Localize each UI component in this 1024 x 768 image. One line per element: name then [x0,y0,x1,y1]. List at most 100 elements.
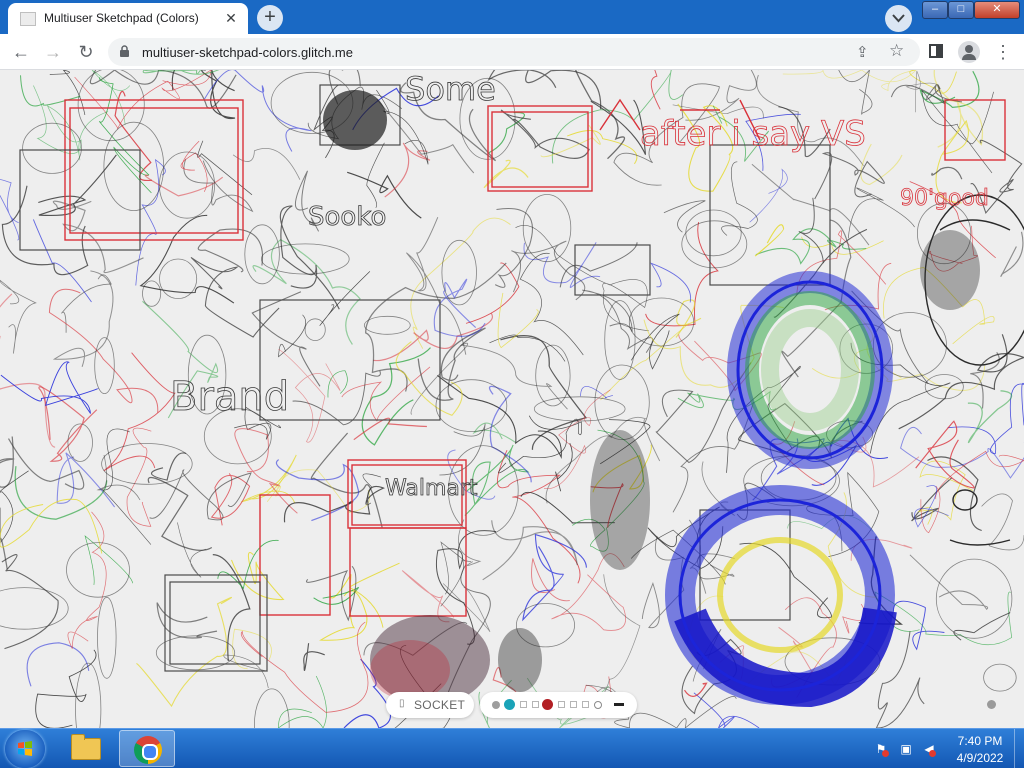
scribble-stroke [482,520,578,581]
palette-swatch-white-1[interactable] [520,701,527,708]
palette-swatch-white-circle[interactable] [594,701,602,709]
scribble-loop [681,220,748,269]
scribble-stroke [630,313,680,370]
new-tab-button[interactable]: + [257,5,283,31]
show-desktop-button[interactable] [1014,729,1024,768]
pen-size-icon[interactable] [614,703,624,706]
scribble-loop [142,280,162,307]
scribble-stroke [231,552,285,601]
page-favicon-icon [20,12,36,26]
scribble-stroke [35,649,97,728]
scribble-stroke [303,643,325,671]
scribble-stroke [0,361,99,414]
socket-button[interactable]: ▯ SOCKET [386,692,474,718]
tab-title: Multiuser Sketchpad (Colors) [44,11,199,25]
back-button[interactable]: ← [9,40,33,64]
tab-close-icon[interactable]: ✕ [222,9,240,27]
scribble-stroke [26,642,90,687]
address-bar[interactable]: multiuser-sketchpad-colors.glitch.me ⇪ ☆ [108,38,920,66]
scribble-stroke [149,469,252,521]
scribble-loop [304,318,326,342]
canvas-word-walmart: Walmart [385,476,478,501]
window-minimize-button[interactable]: – [922,1,948,19]
scribble-stroke [210,473,251,526]
scribble-stroke [183,158,254,213]
taskbar-file-explorer[interactable] [58,730,114,767]
scribble-stroke [515,224,649,332]
palette-swatch-gray[interactable] [492,701,500,709]
scribble-loop [66,542,130,598]
scribble-stroke [1000,231,1024,277]
scribble-stroke [531,558,570,602]
scribble-loop [97,596,117,679]
taskbar-chrome[interactable] [119,730,175,767]
scribble-stroke [519,252,584,356]
scribble-stroke [933,70,983,148]
browser-tab[interactable]: Multiuser Sketchpad (Colors) ✕ [8,3,248,34]
scribble-stroke [483,159,529,189]
scribble-stroke [144,174,224,197]
palette-swatch-white-4[interactable] [570,701,577,708]
scribble-stroke [180,140,208,192]
share-icon[interactable]: ⇪ [856,43,869,61]
clock-time[interactable]: 7:40 PM [950,734,1010,748]
network-icon[interactable]: ▣ [899,742,913,756]
scribble-stroke [410,342,568,415]
scribble-stroke [136,596,232,708]
palette-swatch-teal[interactable] [504,699,515,710]
scribble-stroke [353,417,427,441]
scribble-stroke [675,299,702,338]
scribble-stroke [197,228,264,273]
scribble-loop [685,209,742,257]
scribble-stroke [496,450,581,584]
scribble-stroke [319,271,371,326]
scribble-stroke [487,70,602,110]
palette-swatch-white-2[interactable] [532,701,539,708]
scribble-stroke [292,370,381,426]
scribble-stroke [1,554,59,650]
tray-alert-badge [882,750,889,757]
scribble-stroke [650,262,692,303]
scribble-stroke [511,240,586,301]
window-close-button[interactable]: ✕ [974,1,1020,19]
socket-label: SOCKET [414,698,466,712]
volume-muted-badge [929,750,936,757]
sketchpad-canvas[interactable]: Some Sooko Walmart after i say VS Brand … [0,70,1024,728]
drawing-layer: Some Sooko Walmart after i say VS Brand … [0,70,1024,728]
scribble-loop [103,121,165,212]
scribble-stroke [590,574,641,702]
clock-date[interactable]: 4/9/2022 [950,751,1010,765]
scribble-stroke [341,366,431,422]
window-maximize-button[interactable]: □ [948,1,974,19]
canvas-word-some: Some [405,70,496,108]
scribble-loop [983,663,1017,692]
palette-swatch-white-3[interactable] [558,701,565,708]
start-button[interactable] [5,730,45,768]
palette-swatch-white-5[interactable] [582,701,589,708]
scribble-stroke [126,427,152,527]
scribble-loop [363,315,411,335]
scribble-loop [22,122,82,174]
scribble-stroke [373,312,493,362]
canvas-word-good: 90'good [900,186,989,211]
scribble-stroke [384,142,431,198]
scribble-stroke [56,452,116,508]
scribble-stroke [14,466,108,520]
forward-button[interactable]: → [41,40,65,64]
scribble-stroke [663,200,706,233]
bookmark-star-icon[interactable]: ☆ [889,41,904,61]
profile-avatar-icon[interactable] [958,41,980,63]
scribble-stroke [52,270,114,367]
palette-swatch-dark-red[interactable] [542,699,553,710]
scribble-stroke [0,293,56,448]
scribble-stroke [751,163,870,246]
scribble-stroke [0,498,103,554]
scribble-stroke [376,98,475,174]
lock-icon [120,45,129,57]
side-panel-icon[interactable] [929,44,943,58]
tab-search-button[interactable] [885,5,912,32]
kebab-menu-icon[interactable]: ⋮ [994,41,1012,63]
scribble-stroke [489,334,566,362]
reload-button[interactable]: ↻ [74,40,98,64]
scribble-stroke [52,200,144,274]
